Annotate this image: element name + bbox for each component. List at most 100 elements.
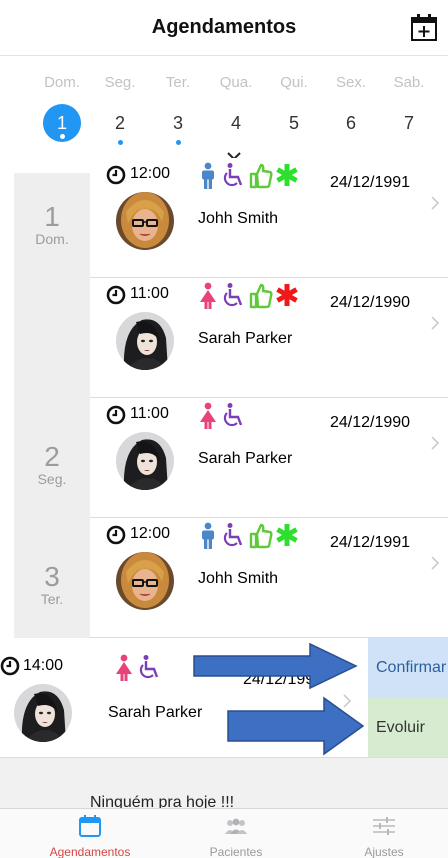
avatar bbox=[116, 192, 174, 250]
sliders-icon bbox=[372, 815, 396, 837]
asterisk-green-icon bbox=[276, 524, 298, 546]
weekday-name: Qua. bbox=[219, 74, 253, 91]
tab-agendamentos[interactable]: Agendamentos bbox=[20, 809, 160, 858]
date-group-weekday: Seg. bbox=[37, 471, 67, 487]
day-number: 4 bbox=[230, 113, 241, 133]
date-group-day: 2 bbox=[44, 441, 60, 472]
avatar-photo bbox=[116, 432, 174, 490]
date-group: 2 Seg. bbox=[14, 441, 90, 488]
confirm-button[interactable]: Confirmar bbox=[368, 638, 448, 698]
patient-name: Sarah Parker bbox=[198, 330, 293, 347]
tab-label: Agendamentos bbox=[49, 845, 131, 858]
day-number: 3 bbox=[172, 113, 183, 133]
event-dot bbox=[118, 140, 123, 145]
day-number: 5 bbox=[288, 113, 299, 133]
clock-icon bbox=[0, 656, 20, 676]
birth-date: 24/12/1991 bbox=[330, 534, 411, 551]
day-number: 7 bbox=[403, 113, 414, 133]
patient-name: Sarah Parker bbox=[198, 450, 293, 467]
wheelchair-icon bbox=[223, 283, 243, 307]
appointment-card[interactable]: 11:00 Sarah Parker 24/12/1990 bbox=[90, 398, 448, 518]
people-icon bbox=[224, 815, 248, 837]
annotation-arrow-icon bbox=[193, 642, 358, 690]
annotation-arrow-icon bbox=[227, 696, 365, 756]
appointment-time: 12:00 bbox=[130, 165, 171, 182]
clock-icon bbox=[106, 525, 126, 545]
tab-label: Ajustes bbox=[364, 845, 404, 858]
patient-tags bbox=[112, 653, 164, 683]
date-group: 3 Ter. bbox=[14, 561, 90, 608]
day-number: 6 bbox=[345, 113, 356, 133]
tab-pacientes[interactable]: Pacientes bbox=[166, 809, 306, 858]
weekday-name: Qui. bbox=[280, 74, 308, 91]
wheelchair-icon bbox=[139, 655, 159, 679]
clock-icon bbox=[106, 285, 126, 305]
page-title: Agendamentos bbox=[151, 16, 297, 38]
female-icon bbox=[116, 654, 132, 681]
date-group-day: 1 bbox=[44, 201, 60, 232]
event-dot bbox=[60, 134, 65, 139]
weekday-name: Sab. bbox=[393, 74, 425, 91]
appointment-card[interactable]: 12:00 Johh Smith 24/12/1991 bbox=[90, 518, 448, 638]
male-icon bbox=[202, 522, 214, 549]
thumbs-up-icon bbox=[249, 523, 273, 549]
evolve-button[interactable]: Evoluir bbox=[368, 698, 448, 757]
chevron-right-icon bbox=[430, 436, 440, 450]
weekday-names: Dom. Seg. Ter. Qua. Qui. Sex. Sab. bbox=[0, 74, 448, 94]
tab-ajustes[interactable]: Ajustes bbox=[314, 809, 448, 858]
avatar-photo bbox=[116, 192, 174, 250]
chevron-right-icon bbox=[430, 196, 440, 210]
appointment-card[interactable]: 12:00 Johh Smith 24/12/1991 bbox=[90, 158, 448, 278]
weekday-name: Seg. bbox=[104, 74, 136, 91]
date-group-weekday: Dom. bbox=[35, 231, 69, 247]
patient-tags bbox=[196, 401, 248, 431]
clock-icon bbox=[106, 165, 126, 185]
weekday-name: Sex. bbox=[335, 74, 366, 91]
wheelchair-icon bbox=[223, 523, 243, 547]
male-icon bbox=[202, 162, 214, 189]
weekday-name: Dom. bbox=[44, 74, 80, 91]
day-cell[interactable]: 2 bbox=[91, 104, 149, 148]
day-cell[interactable]: 7 bbox=[380, 104, 438, 148]
avatar bbox=[116, 312, 174, 370]
avatar-photo bbox=[14, 684, 72, 742]
avatar-photo bbox=[116, 552, 174, 610]
date-group-day: 3 bbox=[44, 561, 60, 592]
thumbs-up-icon bbox=[249, 163, 273, 189]
calendar-add-icon bbox=[411, 14, 437, 41]
birth-date: 24/12/1991 bbox=[330, 174, 411, 191]
date-group: 1 Dom. bbox=[14, 201, 90, 248]
tab-bar: Agendamentos Pacientes Ajustes bbox=[0, 808, 448, 858]
wheelchair-icon bbox=[223, 403, 243, 427]
day-cell[interactable]: 3 bbox=[149, 104, 207, 148]
weekday-name: Ter. bbox=[165, 74, 191, 91]
calendar-icon bbox=[78, 815, 102, 837]
clock-icon bbox=[106, 525, 126, 545]
day-cell[interactable]: 6 bbox=[322, 104, 380, 148]
appointment-time: 11:00 bbox=[130, 405, 169, 422]
female-icon bbox=[200, 402, 216, 429]
avatar-photo bbox=[116, 312, 174, 370]
date-group-weekday: Ter. bbox=[40, 591, 64, 607]
date-column: 1 Dom. 2 Seg. 3 Ter. bbox=[14, 173, 90, 638]
add-appointment-button[interactable] bbox=[410, 12, 438, 42]
day-cell[interactable]: 4 bbox=[207, 104, 265, 148]
empty-state: Ninguém pra hoje !!! bbox=[0, 758, 448, 811]
wheelchair-icon bbox=[223, 163, 243, 187]
patient-tags bbox=[196, 521, 300, 551]
asterisk-red-icon bbox=[276, 284, 298, 306]
nav-bar: Agendamentos bbox=[0, 0, 448, 56]
avatar bbox=[116, 432, 174, 490]
appointment-time: 11:00 bbox=[130, 285, 169, 302]
day-cell[interactable]: 1 bbox=[33, 104, 91, 148]
clock-icon bbox=[106, 405, 126, 425]
appointment-card[interactable]: 11:00 Sarah Parker 24/12/1990 bbox=[90, 278, 448, 398]
tab-label: Pacientes bbox=[209, 845, 263, 858]
patient-tags bbox=[196, 161, 300, 191]
week-days: 1 2 3 4 5 6 7 bbox=[0, 104, 448, 148]
patient-name: Johh Smith bbox=[198, 210, 279, 227]
day-cell[interactable]: 5 bbox=[265, 104, 323, 148]
patient-name: Sarah Parker bbox=[108, 704, 203, 721]
appointment-time: 12:00 bbox=[130, 525, 171, 542]
female-icon bbox=[200, 282, 216, 309]
